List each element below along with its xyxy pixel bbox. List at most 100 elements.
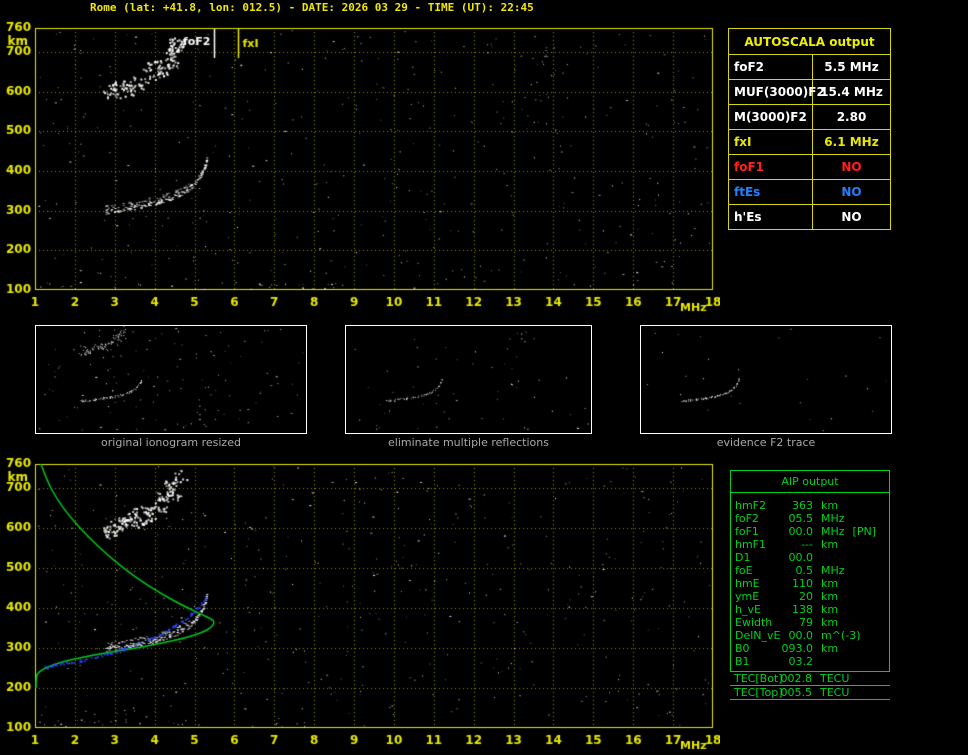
- aip-tec-unit: TECU: [820, 672, 850, 685]
- aip-param-unit: MHz: [821, 512, 845, 525]
- aip-row-D1: D1 00.0: [731, 551, 889, 564]
- aip-tec-row-TEC[Top]: TEC[Top] 005.5 TECU: [730, 686, 890, 700]
- thumbnail-caption-f2-trace: evidence F2 trace: [716, 436, 816, 449]
- aip-param-unit: km: [821, 499, 839, 512]
- aip-row-B1: B1 03.2: [731, 655, 889, 668]
- aip-param-value: 110: [792, 577, 813, 590]
- aip-param-value: 138: [792, 603, 813, 616]
- aip-param-unit: MHz: [821, 564, 845, 577]
- aip-row-DelN_vE: DelN_vE 00.0 m^(-3): [731, 629, 889, 642]
- autoscala-param-value: 6.1 MHz: [824, 135, 879, 149]
- aip-param-unit: km: [821, 616, 839, 629]
- autoscala-param-name: MUF(3000)F2: [729, 80, 825, 104]
- thumbnail-original-ionogram: [35, 325, 307, 434]
- autoscala-param-value: 5.5 MHz: [824, 60, 879, 74]
- aip-output-table: AIP output hmF2 363 km foF2 05.5 MHz foF1 00.0 M…: [730, 470, 890, 700]
- aip-row-ymE: ymE 20 km: [731, 590, 889, 603]
- aip-param-value: 03.2: [788, 655, 814, 668]
- aip-param-value: 00.0: [788, 551, 814, 564]
- aip-param-name: B1: [735, 655, 750, 668]
- autoscala-param-name: M(3000)F2: [729, 105, 813, 129]
- autoscala-param-name: h'Es: [729, 205, 813, 229]
- autoscala-param-value: 15.4 MHz: [820, 85, 883, 99]
- aip-param-name: Ewidth: [735, 616, 773, 629]
- aip-param-value: 00.0: [788, 629, 814, 642]
- autoscala-param-name: foF2: [729, 55, 813, 79]
- aip-param-unit: MHz: [821, 525, 845, 538]
- aip-param-value: 20: [799, 590, 813, 603]
- autoscala-param-value: NO: [841, 185, 862, 199]
- thumbnail-f2-trace: [640, 325, 892, 434]
- aip-param-name: foF1: [735, 525, 759, 538]
- profile-ionogram-canvas: [0, 452, 720, 752]
- aip-param-flag: [PN]: [852, 525, 876, 538]
- autoscala-param-value: NO: [841, 160, 862, 174]
- aip-row-B0: B0 093.0 km: [731, 642, 889, 655]
- aip-param-unit: m^(-3): [821, 629, 861, 642]
- autoscala-row-M(3000)F2: M(3000)F2 2.80: [729, 104, 890, 129]
- autoscala-param-value: 2.80: [836, 110, 867, 124]
- autoscala-table-rows: foF2 5.5 MHz MUF(3000)F2 15.4 MHz M(3000)F2 2…: [729, 54, 890, 229]
- autoscala-screen: Rome (lat: +41.8, lon: 012.5) - DATE: 20…: [0, 0, 968, 755]
- autoscala-row-ftEs: ftEs NO: [729, 179, 890, 204]
- autoscala-row-fxI: fxI 6.1 MHz: [729, 129, 890, 154]
- autoscala-output-table: AUTOSCALA output foF2 5.5 MHz MUF(3000)F2 1…: [728, 28, 891, 230]
- aip-table-header: AIP output: [731, 471, 889, 493]
- aip-param-name: foF2: [735, 512, 759, 525]
- aip-tec-value: 005.5: [780, 686, 813, 699]
- main-ionogram-canvas: [0, 14, 720, 314]
- aip-param-unit: km: [821, 603, 839, 616]
- aip-param-value: 363: [792, 499, 813, 512]
- aip-param-unit: km: [821, 538, 839, 551]
- aip-tec-unit: TECU: [820, 686, 850, 699]
- autoscala-param-name: foF1: [729, 155, 813, 179]
- aip-param-unit: km: [821, 590, 839, 603]
- page-title: Rome (lat: +41.8, lon: 012.5) - DATE: 20…: [90, 1, 534, 14]
- aip-row-h_vE: h_vE 138 km: [731, 603, 889, 616]
- aip-param-value: 0.5: [795, 564, 814, 577]
- aip-row-hmF2: hmF2 363 km: [731, 499, 889, 512]
- autoscala-row-foF1: foF1 NO: [729, 154, 890, 179]
- aip-param-name: ymE: [735, 590, 760, 603]
- aip-param-name: hmE: [735, 577, 760, 590]
- aip-row-foF1: foF1 00.0 MHz [PN]: [731, 525, 889, 538]
- aip-param-value: 093.0: [781, 642, 814, 655]
- aip-param-value: ---: [801, 538, 813, 551]
- autoscala-table-header: AUTOSCALA output: [744, 34, 875, 49]
- aip-table-rows: hmF2 363 km foF2 05.5 MHz foF1 00.0 MHz [PN] hmF1 -…: [731, 493, 889, 671]
- aip-param-name: h_vE: [735, 603, 761, 616]
- aip-param-value: 00.0: [788, 525, 814, 538]
- autoscala-row-MUF(3000)F2: MUF(3000)F2 15.4 MHz: [729, 79, 890, 104]
- aip-tec-name: TEC[Top]: [734, 686, 783, 699]
- aip-param-name: foE: [735, 564, 753, 577]
- aip-param-name: hmF1: [735, 538, 767, 551]
- aip-tec-rows: TEC[Bot] 002.8 TECU TEC[Top] 005.5 TECU: [730, 672, 890, 700]
- thumbnail-multiple-reflections-canvas: [346, 326, 591, 433]
- thumbnail-f2-trace-canvas: [641, 326, 891, 433]
- aip-param-name: hmF2: [735, 499, 767, 512]
- aip-param-name: DelN_vE: [735, 629, 781, 642]
- autoscala-row-foF2: foF2 5.5 MHz: [729, 54, 890, 79]
- thumbnail-caption-multiple-reflections: eliminate multiple reflections: [388, 436, 549, 449]
- aip-tec-row-TEC[Bot]: TEC[Bot] 002.8 TECU: [730, 672, 890, 686]
- thumbnail-multiple-reflections: [345, 325, 592, 434]
- aip-tec-name: TEC[Bot]: [734, 672, 783, 685]
- aip-row-hmE: hmE 110 km: [731, 577, 889, 590]
- autoscala-row-h'Es: h'Es NO: [729, 204, 890, 229]
- aip-param-name: B0: [735, 642, 750, 655]
- aip-row-Ewidth: Ewidth 79 km: [731, 616, 889, 629]
- autoscala-param-name: ftEs: [729, 180, 813, 204]
- autoscala-param-name: fxI: [729, 130, 813, 154]
- aip-tec-value: 002.8: [780, 672, 813, 685]
- aip-row-hmF1: hmF1 --- km: [731, 538, 889, 551]
- aip-box: AIP output hmF2 363 km foF2 05.5 MHz foF1 00.0 M…: [730, 470, 890, 672]
- aip-param-unit: km: [821, 577, 839, 590]
- aip-param-name: D1: [735, 551, 751, 564]
- autoscala-param-value: NO: [841, 210, 862, 224]
- thumbnail-original-canvas: [36, 326, 306, 433]
- aip-param-value: 79: [799, 616, 813, 629]
- aip-row-foE: foE 0.5 MHz: [731, 564, 889, 577]
- aip-param-value: 05.5: [788, 512, 814, 525]
- aip-row-foF2: foF2 05.5 MHz: [731, 512, 889, 525]
- thumbnail-caption-original: original ionogram resized: [101, 436, 241, 449]
